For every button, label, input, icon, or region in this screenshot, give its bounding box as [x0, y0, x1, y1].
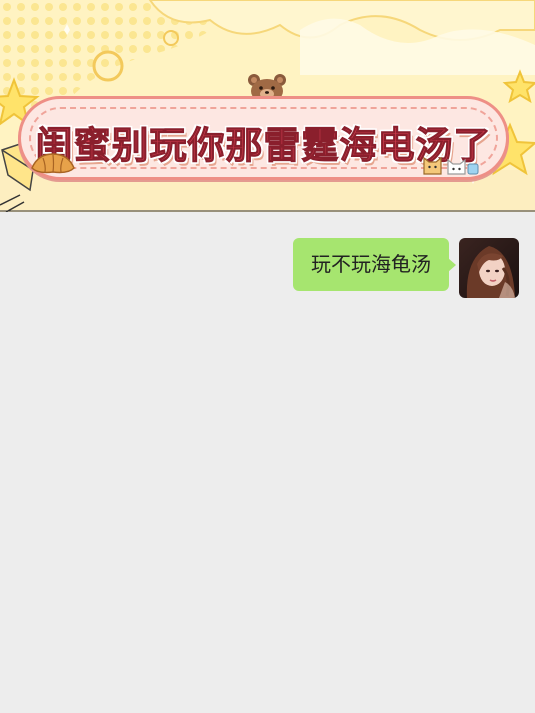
user-avatar[interactable]	[459, 238, 519, 298]
header-banner: 闺蜜别玩你那雷霆海电汤了	[0, 0, 535, 212]
message-row: 玩不玩海龟汤	[293, 238, 519, 298]
cat-icon	[423, 156, 479, 175]
message-bubble[interactable]: 玩不玩海龟汤	[293, 238, 456, 291]
message-text: 玩不玩海龟汤	[311, 252, 431, 276]
page: 闺蜜别玩你那雷霆海电汤了 玩不玩海龟汤	[0, 0, 535, 713]
croissant-icon	[31, 153, 75, 174]
avatar-image	[459, 238, 519, 298]
bubble-tail	[448, 258, 456, 272]
chat-area: 玩不玩海龟汤	[0, 212, 535, 713]
